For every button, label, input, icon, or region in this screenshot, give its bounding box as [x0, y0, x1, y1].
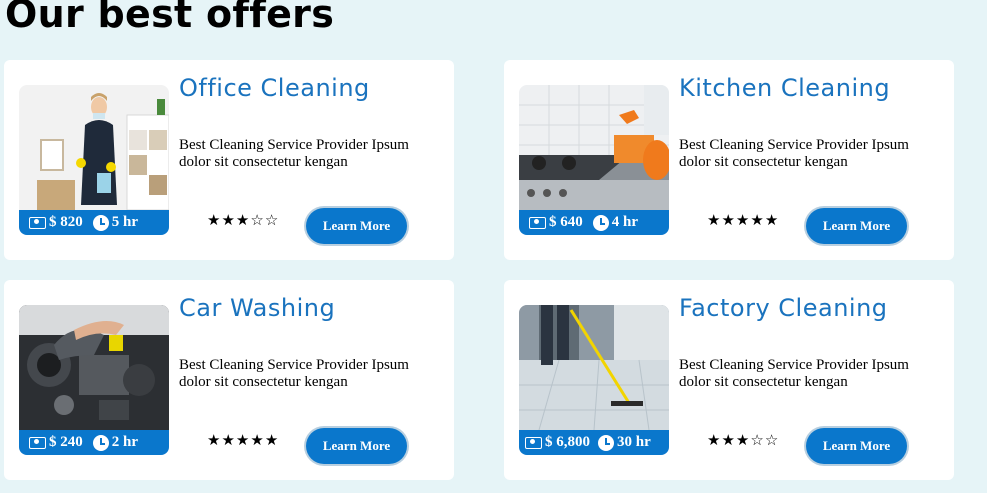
money-icon [525, 436, 542, 449]
offer-card-office-cleaning: $ 820 5 hr Office Cleaning Best Cleaning… [4, 60, 454, 260]
star-empty-icon: ☆ [264, 211, 280, 229]
clock-icon [92, 214, 109, 231]
clock-icon [92, 434, 109, 451]
money-icon [29, 436, 46, 449]
offer-title: Factory Cleaning [679, 294, 888, 322]
offer-card-factory-cleaning: $ 6,800 30 hr Factory Cleaning Best Clea… [504, 280, 954, 480]
offer-image: $ 240 2 hr [19, 305, 169, 455]
star-filled-icon: ★ [721, 211, 736, 229]
price: $ 640 [549, 214, 583, 230]
learn-more-button[interactable]: Learn More [806, 208, 907, 244]
star-rating: ★★★☆☆ [707, 431, 779, 449]
offer-description: Best Cleaning Service Provider Ipsum dol… [179, 357, 409, 390]
star-empty-icon: ☆ [750, 431, 765, 449]
star-rating: ★★★★★ [707, 211, 779, 229]
learn-more-button[interactable]: Learn More [306, 208, 407, 244]
star-filled-icon: ★ [264, 431, 280, 449]
money-icon [29, 216, 46, 229]
star-filled-icon: ★ [707, 211, 722, 229]
price-bar: $ 820 5 hr [19, 210, 169, 235]
price-bar: $ 6,800 30 hr [519, 430, 669, 455]
star-filled-icon: ★ [764, 211, 780, 229]
star-empty-icon: ☆ [764, 431, 780, 449]
star-rating: ★★★☆☆ [207, 211, 279, 229]
star-rating: ★★★★★ [207, 431, 279, 449]
star-filled-icon: ★ [750, 211, 765, 229]
price: $ 6,800 [545, 434, 590, 450]
star-filled-icon: ★ [707, 431, 722, 449]
offer-card-car-washing: $ 240 2 hr Car Washing Best Cleaning Ser… [4, 280, 454, 480]
money-icon [529, 216, 546, 229]
clock-icon [598, 434, 614, 451]
price-bar: $ 240 2 hr [19, 430, 169, 455]
factory-cleaning-photo [519, 305, 669, 430]
office-cleaning-photo [19, 85, 169, 210]
price-bar: $ 640 4 hr [519, 210, 669, 235]
offer-description: Best Cleaning Service Provider Ipsum dol… [679, 357, 909, 390]
duration: 4 hr [611, 214, 638, 230]
offer-description: Best Cleaning Service Provider Ipsum dol… [179, 137, 409, 170]
offer-image: $ 6,800 30 hr [519, 305, 669, 455]
star-filled-icon: ★ [735, 431, 751, 449]
star-filled-icon: ★ [221, 431, 236, 449]
offer-description: Best Cleaning Service Provider Ipsum dol… [679, 137, 909, 170]
star-filled-icon: ★ [221, 211, 236, 229]
offer-card-kitchen-cleaning: $ 640 4 hr Kitchen Cleaning Best Cleanin… [504, 60, 954, 260]
star-filled-icon: ★ [735, 211, 751, 229]
offer-title: Kitchen Cleaning [679, 74, 891, 102]
duration: 5 hr [111, 214, 138, 230]
offer-image: $ 820 5 hr [19, 85, 169, 235]
star-filled-icon: ★ [721, 431, 736, 449]
car-washing-photo [19, 305, 169, 430]
star-filled-icon: ★ [235, 211, 251, 229]
star-filled-icon: ★ [207, 211, 222, 229]
page-title: Our best offers [5, 0, 335, 36]
kitchen-cleaning-photo [519, 85, 669, 210]
learn-more-button[interactable]: Learn More [806, 428, 907, 464]
star-empty-icon: ☆ [250, 211, 265, 229]
duration: 30 hr [617, 434, 651, 450]
learn-more-button[interactable]: Learn More [306, 428, 407, 464]
offer-title: Car Washing [179, 294, 336, 322]
star-filled-icon: ★ [250, 431, 265, 449]
duration: 2 hr [111, 434, 138, 450]
star-filled-icon: ★ [207, 431, 222, 449]
price: $ 820 [49, 214, 83, 230]
star-filled-icon: ★ [235, 431, 251, 449]
offer-image: $ 640 4 hr [519, 85, 669, 235]
offer-title: Office Cleaning [179, 74, 370, 102]
price: $ 240 [49, 434, 83, 450]
clock-icon [592, 214, 609, 231]
